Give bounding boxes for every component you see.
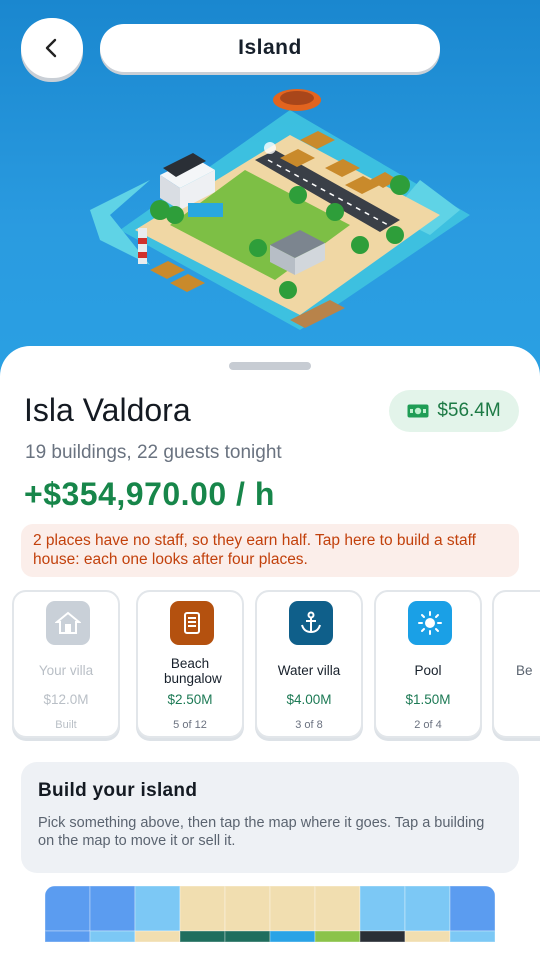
card-name: Water villa	[277, 663, 341, 678]
staff-warning-banner[interactable]: 2 places have no staff, so they earn hal…	[21, 524, 519, 577]
build-text: Pick something above, then tap the map w…	[38, 815, 485, 849]
page-title: Island	[100, 24, 440, 72]
card-name: Beach bungalow	[164, 656, 222, 686]
card-count: 2 of 4	[414, 719, 442, 731]
card-name: Be	[516, 663, 533, 678]
card-name: Your villa	[38, 663, 94, 678]
building-carousel[interactable]: Your villa $12.0M Built Beach bungalow $…	[0, 588, 540, 743]
card-price: $12.0M	[43, 692, 89, 707]
bungalow-icon	[170, 601, 214, 645]
anchor-icon	[289, 601, 333, 645]
card-price: $4.00M	[286, 692, 332, 707]
build-title: Build your island	[38, 780, 198, 801]
house-icon	[46, 601, 90, 645]
island-sheet: Isla Valdora $56.4M 19 buildings, 22 gue…	[0, 346, 540, 960]
build-instructions-panel: Build your island Pick something above, …	[21, 762, 519, 873]
building-card-beach-bungalow[interactable]: Beach bungalow $2.50M 5 of 12	[136, 590, 244, 738]
cash-badge: $56.4M	[389, 390, 519, 432]
island-summary: 19 buildings, 22 guests tonight	[25, 442, 282, 463]
cash-value: $56.4M	[437, 400, 501, 421]
building-card-villa[interactable]: Your villa $12.0M Built	[12, 590, 120, 738]
building-card-pool[interactable]: Pool $1.50M 2 of 4	[374, 590, 482, 738]
card-price: $1.50M	[405, 692, 451, 707]
sheet-grabber[interactable]	[229, 362, 311, 370]
island-name: Isla Valdora	[24, 392, 191, 428]
chevron-left-icon	[45, 38, 57, 58]
card-count: 3 of 8	[295, 719, 323, 731]
island-grid-map[interactable]	[45, 886, 495, 942]
income-rate: +$354,970.00 / h	[24, 476, 275, 512]
card-price: $2.50M	[167, 692, 213, 707]
money-icon	[407, 404, 429, 418]
card-name: Pool	[414, 663, 442, 678]
building-card-partial[interactable]: Be	[492, 590, 540, 738]
building-card-water-villa[interactable]: Water villa $4.00M 3 of 8	[255, 590, 363, 738]
card-count: 5 of 12	[173, 719, 207, 731]
card-count: Built	[55, 719, 77, 731]
sun-icon	[408, 601, 452, 645]
back-button[interactable]	[21, 18, 83, 78]
